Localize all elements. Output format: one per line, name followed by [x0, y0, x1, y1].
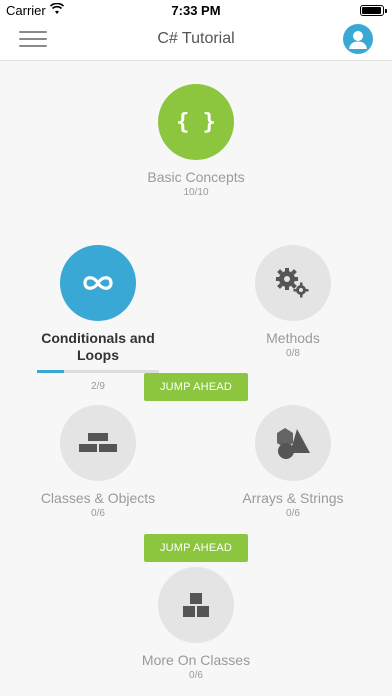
lesson-circle[interactable]: { } — [158, 84, 234, 160]
lesson-basic-concepts[interactable]: { } Basic Concepts 10/10 — [106, 84, 286, 198]
bricks-icon — [79, 433, 117, 452]
lesson-title: Classes & Objects — [40, 490, 156, 506]
gears-icon — [276, 268, 309, 298]
lesson-progress-fill — [37, 370, 64, 373]
lesson-title: Basic Concepts — [147, 169, 245, 185]
lesson-progress-bar — [37, 370, 159, 373]
lesson-title: More On Classes — [141, 652, 251, 668]
lesson-title: Arrays & Strings — [242, 490, 344, 506]
lesson-progress: 0/6 — [189, 670, 203, 681]
lesson-title: Methods — [266, 330, 320, 346]
lesson-progress: 10/10 — [183, 187, 209, 198]
lesson-arrays-strings[interactable]: Arrays & Strings 0/6 — [203, 405, 383, 519]
shapes-icon — [277, 428, 310, 459]
status-time: 7:33 PM — [171, 3, 221, 18]
battery-icon — [360, 5, 387, 16]
braces-icon: { } — [176, 109, 216, 135]
stacked-boxes-icon — [183, 593, 209, 617]
page-title: C# Tutorial — [157, 30, 235, 47]
lesson-progress: 0/6 — [286, 508, 300, 519]
lesson-more-on-classes[interactable]: More On Classes 0/6 — [106, 567, 286, 681]
status-bar: Carrier 7:33 PM — [0, 0, 392, 20]
infinity-icon — [83, 276, 113, 290]
nav-bar: C# Tutorial — [0, 20, 392, 61]
lesson-circle[interactable] — [255, 245, 331, 321]
lesson-progress: 0/8 — [286, 348, 300, 359]
profile-avatar-graphic — [349, 31, 367, 49]
lesson-circle[interactable] — [255, 405, 331, 481]
lesson-progress: 0/6 — [91, 508, 105, 519]
user-icon[interactable] — [343, 24, 373, 54]
lesson-circle[interactable] — [158, 567, 234, 643]
lesson-circle[interactable] — [60, 405, 136, 481]
lesson-classes-objects[interactable]: Classes & Objects 0/6 — [8, 405, 188, 519]
jump-ahead-button[interactable]: JUMP AHEAD — [144, 373, 248, 401]
jump-ahead-button[interactable]: JUMP AHEAD — [144, 534, 248, 562]
lesson-circle[interactable] — [60, 245, 136, 321]
lesson-methods[interactable]: Methods 0/8 — [203, 245, 383, 359]
lesson-conditionals-loops[interactable]: Conditionals and Loops 2/9 — [8, 245, 188, 392]
lesson-title: Conditionals and Loops — [41, 330, 155, 363]
